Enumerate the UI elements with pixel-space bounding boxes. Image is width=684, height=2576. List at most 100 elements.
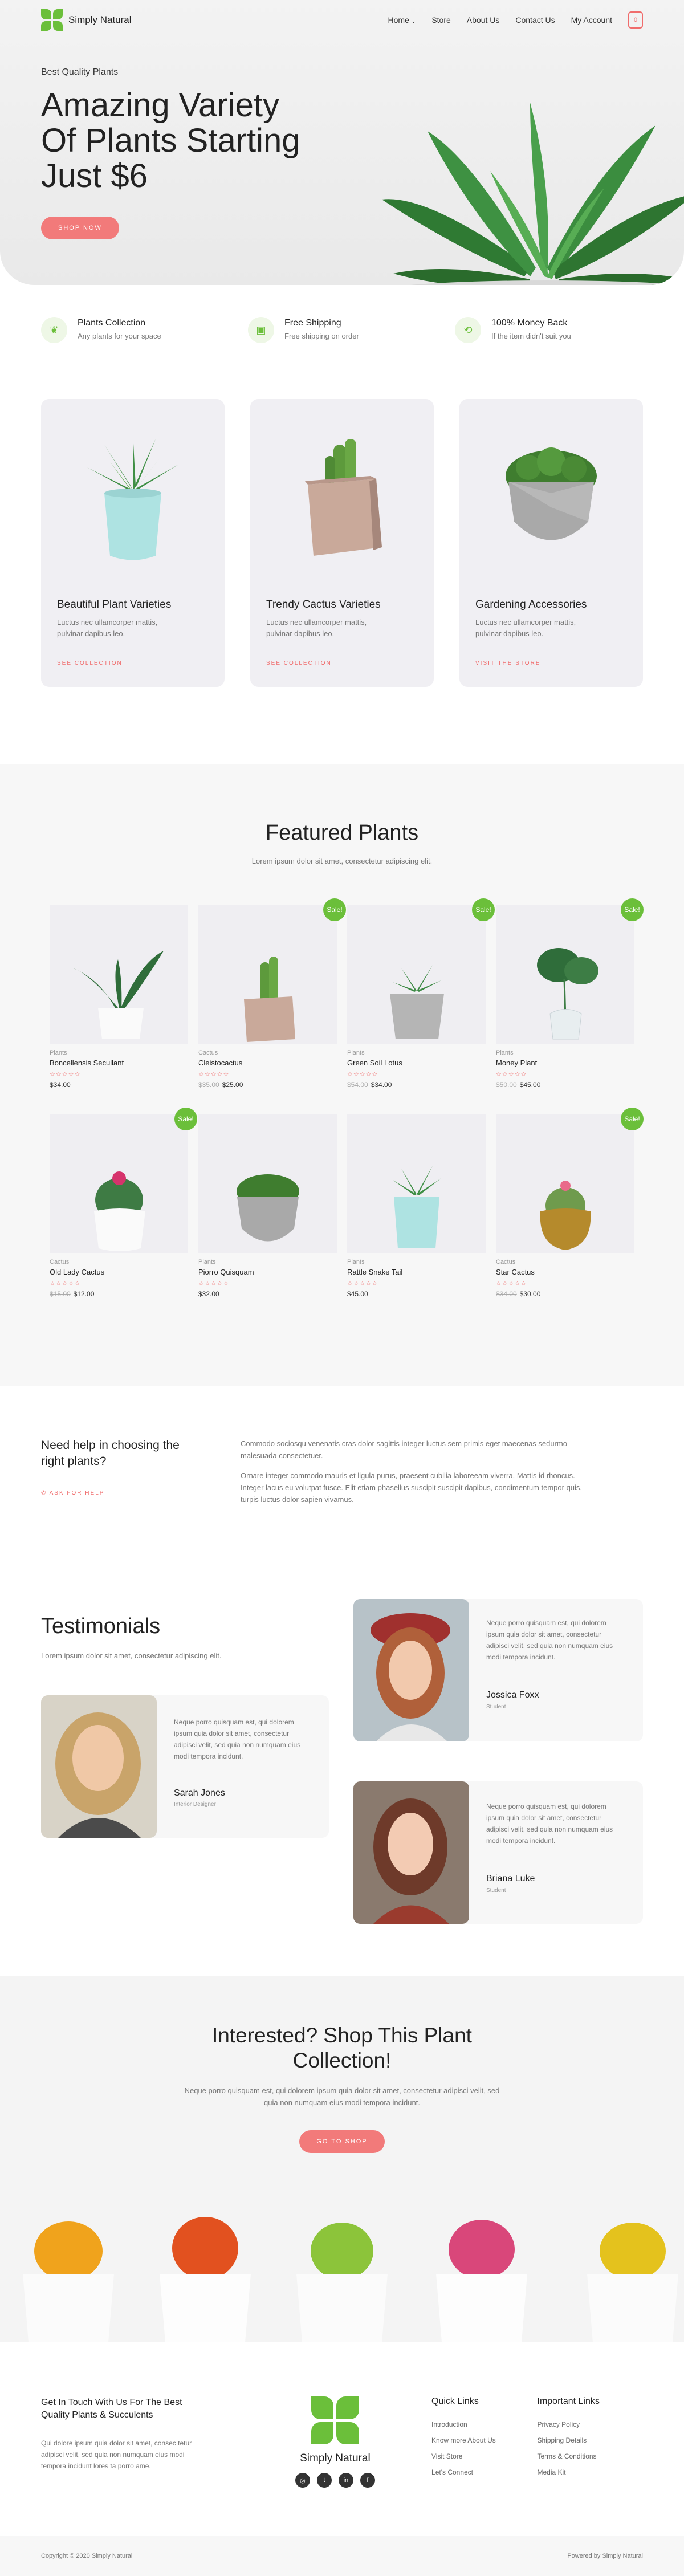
star-rating-icon: ☆☆☆☆☆ bbox=[50, 1280, 81, 1287]
cart-icon[interactable]: 0 bbox=[628, 11, 643, 29]
category-card-plants[interactable]: Beautiful Plant Varieties Luctus nec ull… bbox=[41, 399, 225, 687]
testimonials-section: Testimonials Lorem ipsum dolor sit amet,… bbox=[0, 1554, 684, 1976]
plant-image bbox=[390, 965, 444, 1039]
footer-link[interactable]: Know more About Us bbox=[431, 2436, 537, 2444]
product-name[interactable]: Piorro Quisquam bbox=[198, 1268, 337, 1276]
potted-cactus-image bbox=[305, 439, 382, 556]
product-card[interactable]: Plants Rattle Snake Tail ☆☆☆☆☆ $45.00 bbox=[347, 1114, 486, 1324]
product-card[interactable]: Sale! Cactus Cleistocactus ☆☆☆☆☆ $35.00 $25.0… bbox=[198, 898, 346, 1114]
linkedin-icon[interactable]: in bbox=[338, 2473, 353, 2488]
ask-for-help-link[interactable]: ✆ ASK FOR HELP bbox=[41, 1490, 241, 1496]
product-card[interactable]: Sale! Cactus Old Lady Cactus ☆☆☆☆☆ $15.00 $12… bbox=[50, 1108, 197, 1324]
footer-link[interactable]: Shipping Details bbox=[538, 2436, 643, 2444]
footer-link[interactable]: Introduction bbox=[431, 2420, 537, 2428]
product-category: Cactus bbox=[198, 1049, 218, 1056]
nav-about-us[interactable]: About Us bbox=[467, 15, 500, 25]
footer-leaf-logo-icon[interactable] bbox=[311, 2396, 359, 2444]
featured-subtitle: Lorem ipsum dolor sit amet, consectetur … bbox=[251, 857, 433, 865]
old-price: $54.00 bbox=[347, 1081, 368, 1089]
product-category: Plants bbox=[50, 1049, 67, 1056]
see-collection-link[interactable]: SEE COLLECTION bbox=[57, 660, 209, 666]
testimonial-name: Sarah Jones bbox=[174, 1788, 225, 1798]
testimonial-name: Jossica Foxx bbox=[486, 1690, 539, 1700]
product-category: Cactus bbox=[496, 1259, 516, 1265]
footer-link[interactable]: Privacy Policy bbox=[538, 2420, 643, 2428]
star-rating-icon: ☆☆☆☆☆ bbox=[496, 1280, 527, 1287]
product-image[interactable]: Sale! bbox=[496, 898, 644, 1044]
product-card[interactable]: Sale! Plants Green Soil Lotus ☆☆☆☆☆ $54.00 $3… bbox=[347, 898, 495, 1114]
category-card-cactus[interactable]: Trendy Cactus Varieties Luctus nec ullam… bbox=[250, 399, 434, 687]
current-price: $25.00 bbox=[222, 1081, 243, 1089]
product-image[interactable] bbox=[198, 1114, 337, 1253]
product-name[interactable]: Boncellensis Secullant bbox=[50, 1059, 188, 1067]
nav-my-account[interactable]: My Account bbox=[571, 15, 612, 25]
footer-link[interactable]: Terms & Conditions bbox=[538, 2452, 643, 2460]
go-to-shop-button[interactable]: GO TO SHOP bbox=[299, 2130, 385, 2153]
footer: Get In Touch With Us For The Best Quality… bbox=[0, 2342, 684, 2536]
feature-money-back: ⟲ 100% Money Back If the item didn't suit… bbox=[455, 317, 643, 399]
current-price: $32.00 bbox=[198, 1290, 219, 1298]
old-price: $15.00 bbox=[50, 1290, 71, 1298]
nav-home[interactable]: Home ⌄ bbox=[388, 15, 416, 25]
cta-title: Interested? Shop This Plant Collection! bbox=[212, 2024, 472, 2072]
current-price: $34.00 bbox=[370, 1081, 392, 1089]
potted-succulent-image bbox=[87, 433, 178, 560]
cta-description: Neque porro quisquam est, qui dolorem ip… bbox=[184, 2086, 500, 2107]
box-icon: ▣ bbox=[248, 317, 274, 343]
sale-badge: Sale! bbox=[621, 898, 644, 921]
testimonial-role: Student bbox=[486, 1887, 506, 1894]
product-image[interactable]: Sale! bbox=[496, 1108, 644, 1253]
footer-link[interactable]: Visit Store bbox=[431, 2452, 537, 2460]
testimonials-subtitle: Lorem ipsum dolor sit amet, consectetur … bbox=[41, 1651, 222, 1660]
category-title: Gardening Accessories bbox=[475, 599, 587, 611]
product-name[interactable]: Old Lady Cactus bbox=[50, 1268, 188, 1276]
footer-brand-name: Simply Natural bbox=[300, 2452, 370, 2464]
star-rating-icon: ☆☆☆☆☆ bbox=[347, 1071, 378, 1078]
feature-title: 100% Money Back bbox=[491, 318, 568, 328]
footer-text: Qui dolore ipsum quia dolor sit amet, co… bbox=[41, 2439, 192, 2470]
product-card[interactable]: Sale! Plants Money Plant ☆☆☆☆☆ $50.00 $45.00 bbox=[496, 898, 644, 1114]
testimonial-quote: Neque porro quisquam est, qui dolorem ip… bbox=[174, 1718, 301, 1760]
nav-store[interactable]: Store bbox=[431, 15, 450, 25]
product-name[interactable]: Money Plant bbox=[496, 1059, 634, 1067]
category-title: Beautiful Plant Varieties bbox=[57, 599, 172, 611]
product-card[interactable]: Plants Piorro Quisquam ☆☆☆☆☆ $32.00 bbox=[198, 1114, 337, 1324]
product-price: $32.00 bbox=[198, 1290, 337, 1298]
testimonials-title: Testimonials bbox=[41, 1614, 161, 1638]
product-name[interactable]: Cleistocactus bbox=[198, 1059, 337, 1067]
category-desc: Luctus nec ullamcorper mattis, pulvinar d… bbox=[57, 618, 158, 638]
star-rating-icon: ☆☆☆☆☆ bbox=[347, 1280, 378, 1287]
visit-store-link[interactable]: VISIT THE STORE bbox=[475, 660, 627, 666]
instagram-icon[interactable]: ◎ bbox=[295, 2473, 310, 2488]
footer-link[interactable]: Let's Connect bbox=[431, 2468, 537, 2476]
quick-links-title: Quick Links bbox=[431, 2396, 479, 2406]
product-name[interactable]: Rattle Snake Tail bbox=[347, 1268, 486, 1276]
brand-logo[interactable]: Simply Natural bbox=[41, 9, 132, 31]
sarah-photo bbox=[41, 1695, 157, 1838]
plant-image bbox=[94, 1171, 145, 1251]
product-card[interactable]: Sale! Cactus Star Cactus ☆☆☆☆☆ $34.00 $30.00 bbox=[496, 1108, 644, 1324]
product-card[interactable]: Plants Boncellensis Secullant ☆☆☆☆☆ $34.00 bbox=[50, 905, 188, 1114]
hero-section: Simply Natural Home ⌄ Store About Us Con… bbox=[0, 0, 684, 285]
product-image[interactable]: Sale! bbox=[347, 898, 495, 1044]
footer-link[interactable]: Media Kit bbox=[538, 2468, 643, 2476]
star-rating-icon: ☆☆☆☆☆ bbox=[198, 1280, 230, 1287]
testimonial-name: Briana Luke bbox=[486, 1874, 535, 1883]
nav-contact-us[interactable]: Contact Us bbox=[515, 15, 555, 25]
current-price: $45.00 bbox=[519, 1081, 541, 1089]
product-image[interactable] bbox=[50, 905, 188, 1044]
bottom-bar: Copyright © 2020 Simply Natural Powered … bbox=[0, 2536, 684, 2576]
product-image[interactable] bbox=[347, 1114, 486, 1253]
twitter-icon[interactable]: t bbox=[316, 2473, 332, 2488]
social-links: ◎ t in f bbox=[295, 2473, 375, 2488]
product-image[interactable]: Sale! bbox=[198, 898, 346, 1044]
product-category: Plants bbox=[347, 1049, 365, 1056]
facebook-icon[interactable]: f bbox=[360, 2473, 375, 2488]
shop-now-button[interactable]: SHOP NOW bbox=[41, 217, 119, 239]
see-collection-link[interactable]: SEE COLLECTION bbox=[266, 660, 418, 666]
product-name[interactable]: Star Cactus bbox=[496, 1268, 634, 1276]
product-name[interactable]: Green Soil Lotus bbox=[347, 1059, 486, 1067]
category-card-accessories[interactable]: Gardening Accessories Luctus nec ullamco… bbox=[459, 399, 643, 687]
product-image[interactable]: Sale! bbox=[50, 1108, 197, 1253]
brand-name: Simply Natural bbox=[68, 14, 132, 25]
